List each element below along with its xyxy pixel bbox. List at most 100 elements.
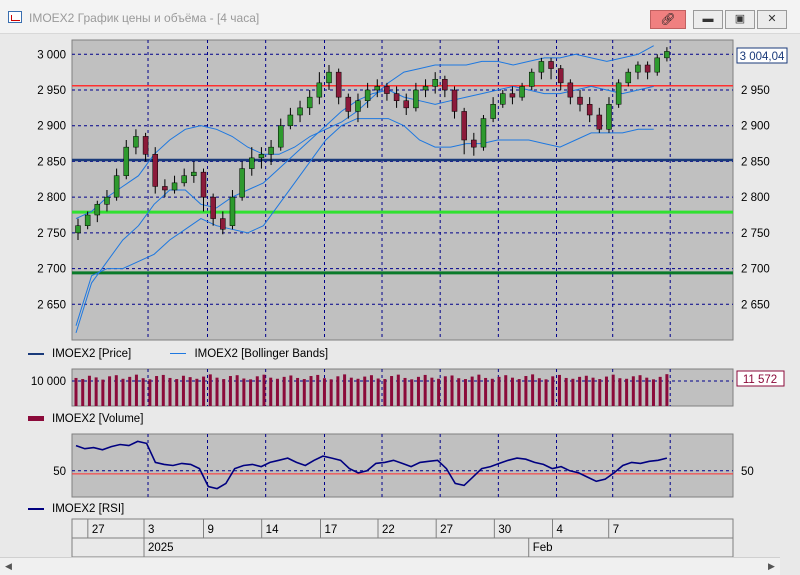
scroll-right-icon[interactable]: ▶ <box>763 558 780 574</box>
volume-bar <box>544 379 548 406</box>
candle-down <box>509 93 516 98</box>
price-ytick-right: 2 700 <box>741 264 770 276</box>
volume-bar <box>396 374 400 406</box>
candle-down <box>442 79 448 91</box>
candle-up <box>239 168 245 198</box>
volume-bar <box>564 377 568 406</box>
volume-legend-label: IMOEX2 [Volume] <box>52 413 144 425</box>
x-year-label: 2025 <box>148 542 174 554</box>
price-last-value: 3 004,04 <box>740 51 785 63</box>
bollinger-legend-label: IMOEX2 [Bollinger Bands] <box>194 348 329 360</box>
volume-bar <box>369 375 373 406</box>
volume-legend: IMOEX2 [Volume] <box>28 411 143 427</box>
candle-up <box>287 114 294 126</box>
candle-up <box>229 196 236 226</box>
price-ytick-right: 2 850 <box>741 156 770 168</box>
x-day-label: 4 <box>557 524 564 536</box>
volume-bar <box>625 378 629 406</box>
volume-bar <box>376 378 380 406</box>
candle-up <box>500 93 506 105</box>
candle-up <box>413 89 419 109</box>
candle-down <box>567 82 574 98</box>
candle-down <box>393 93 400 101</box>
x-day-label: 30 <box>498 524 511 536</box>
candle-up <box>84 214 91 226</box>
candle-up <box>249 157 255 169</box>
rsi-legend-label: IMOEX2 [RSI] <box>52 503 125 515</box>
candle-up <box>171 182 178 191</box>
volume-bar <box>249 379 253 406</box>
candle-up <box>355 100 361 112</box>
candle-down <box>644 64 651 73</box>
candle-up <box>606 104 612 130</box>
price-ytick-left: 3 000 <box>37 49 66 61</box>
price-legend-swatch <box>28 352 44 355</box>
rsi-ytick-right: 50 <box>741 466 754 478</box>
price-ytick-left: 2 850 <box>37 156 66 168</box>
candle-up <box>258 154 265 159</box>
rsi-legend: IMOEX2 [RSI] <box>28 501 124 517</box>
volume-bar <box>591 377 595 406</box>
candle-down <box>451 89 458 112</box>
volume-bar <box>584 375 588 406</box>
volume-bar <box>269 377 273 406</box>
volume-bar <box>356 378 360 406</box>
candle-up <box>422 86 429 91</box>
rsi-ytick-left: 50 <box>53 466 66 478</box>
candle-up <box>538 61 545 73</box>
volume-bar <box>188 377 192 406</box>
volume-bar <box>148 379 152 406</box>
candle-up <box>181 175 187 184</box>
volume-bar <box>322 378 326 406</box>
volume-bar <box>611 374 615 406</box>
volume-bar <box>222 379 226 406</box>
volume-bar <box>665 374 669 406</box>
volume-bar <box>121 378 125 406</box>
volume-bar <box>651 379 655 406</box>
volume-bar <box>282 376 286 406</box>
bollinger-legend-swatch <box>170 353 187 355</box>
volume-bar <box>161 374 165 406</box>
candle-down <box>152 154 158 187</box>
candle-down <box>162 186 168 191</box>
candle-up <box>113 175 120 198</box>
volume-bar <box>363 376 367 406</box>
price-ytick-left: 2 950 <box>37 85 66 97</box>
volume-bar <box>208 374 212 406</box>
volume-bar <box>463 379 467 406</box>
x-day-label: 27 <box>440 524 453 536</box>
volume-bar <box>255 376 259 406</box>
x-day-label: 27 <box>92 524 105 536</box>
candle-up <box>306 96 313 109</box>
candle-up <box>297 107 303 116</box>
volume-bar <box>94 377 98 406</box>
volume-bar <box>578 376 582 406</box>
volume-bar <box>168 377 172 406</box>
volume-bar <box>510 377 514 406</box>
volume-bar <box>343 374 347 406</box>
volume-bar <box>403 377 407 406</box>
candle-down <box>586 104 593 116</box>
candle-up <box>364 89 371 101</box>
candle-down <box>335 71 342 98</box>
volume-bar <box>114 375 118 406</box>
candle-up <box>94 204 101 216</box>
scroll-left-icon[interactable]: ◀ <box>0 558 17 574</box>
candle-down <box>461 111 467 141</box>
horizontal-scrollbar[interactable] <box>0 557 780 575</box>
volume-bar <box>645 377 649 406</box>
candle-up <box>277 125 284 148</box>
price-ytick-left: 2 750 <box>37 228 66 240</box>
candle-up <box>664 51 670 59</box>
price-ytick-left: 2 800 <box>37 192 66 204</box>
volume-bar <box>134 374 138 406</box>
candle-down <box>577 96 583 105</box>
x-day-label: 22 <box>382 524 395 536</box>
price-ytick-right: 2 650 <box>741 299 770 311</box>
candle-down <box>142 136 149 155</box>
chart-canvas[interactable]: 3 000 2 950 2 900 2 850 2 800 2 750 2 700 2 650… <box>0 0 800 575</box>
volume-bar <box>524 376 528 406</box>
volume-bar <box>195 378 199 406</box>
volume-bar <box>349 377 353 406</box>
x-year-label: Feb <box>533 542 553 554</box>
